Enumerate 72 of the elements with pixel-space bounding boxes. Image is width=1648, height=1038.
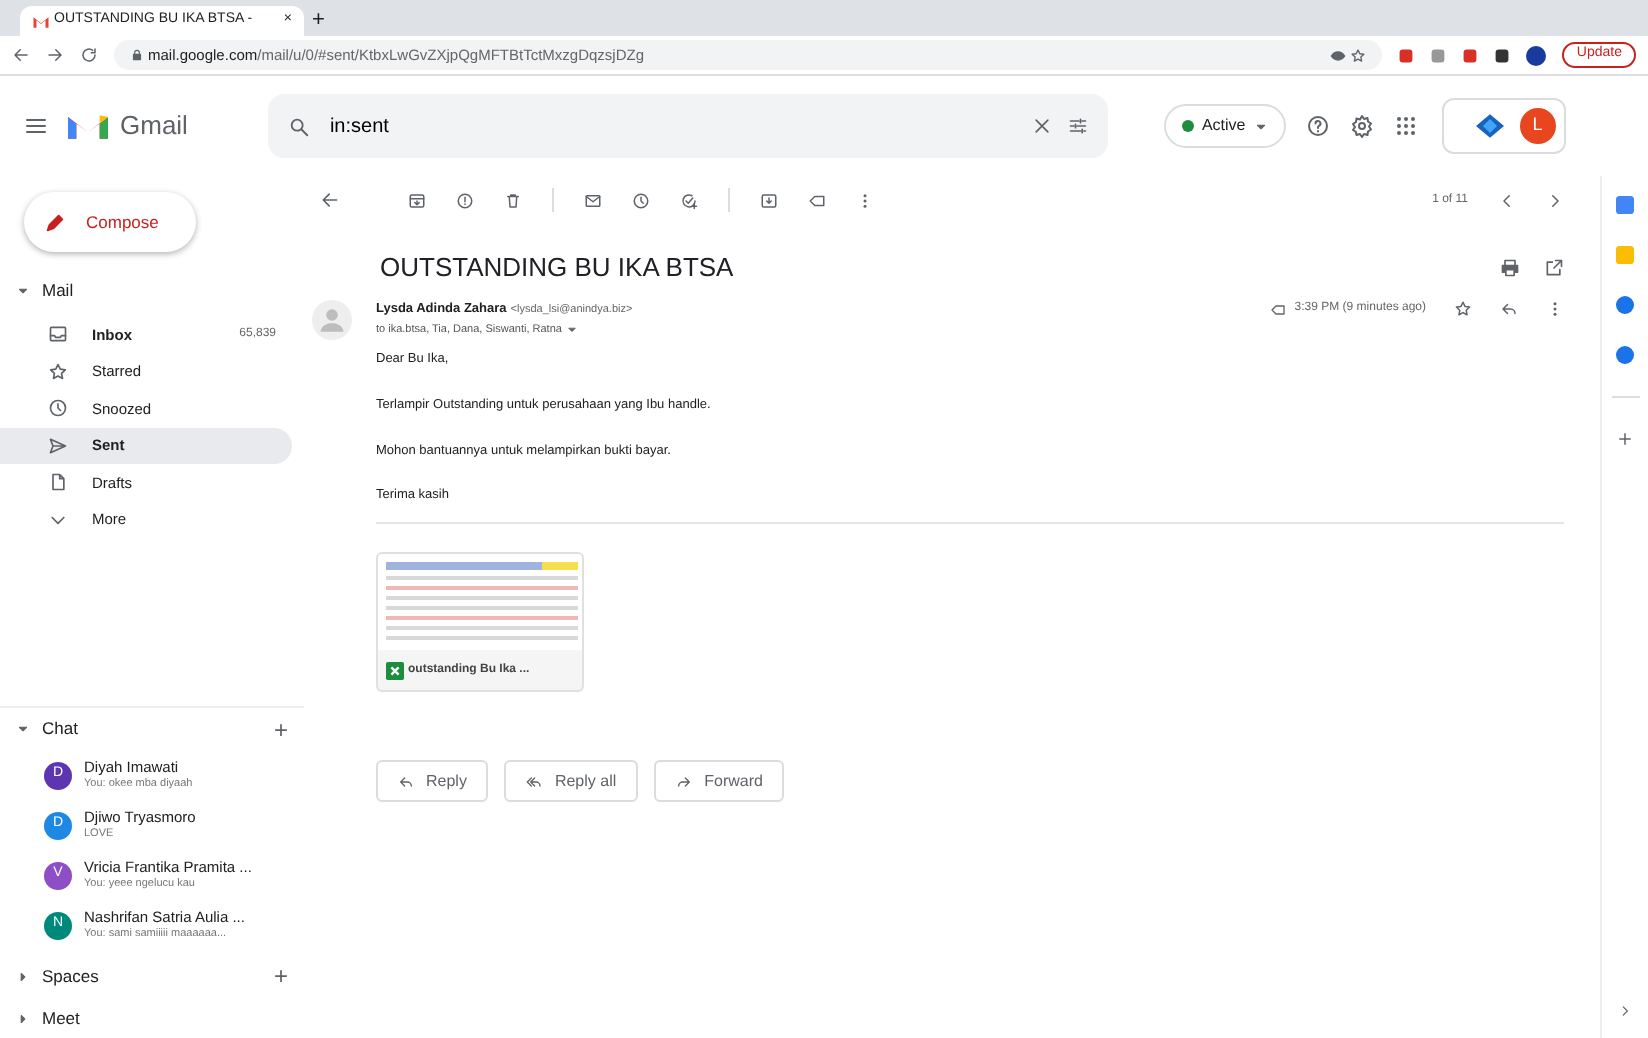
- caret-icon: [1253, 119, 1268, 133]
- sender-avatar: [312, 300, 352, 340]
- gmail-logo-icon: [32, 14, 50, 28]
- eye-icon[interactable]: [1330, 47, 1347, 63]
- mail-icon[interactable]: [584, 191, 602, 209]
- move-to-icon[interactable]: [760, 191, 778, 209]
- status-dot: [1181, 120, 1194, 132]
- expand-caret-icon[interactable]: [16, 1011, 30, 1025]
- action-button[interactable]: Forward: [654, 760, 785, 802]
- spreadsheet-icon: [386, 661, 404, 679]
- reload-icon[interactable]: [80, 46, 98, 64]
- print-icon[interactable]: [1500, 258, 1520, 278]
- app-name: Gmail: [120, 108, 188, 145]
- collapse-caret-icon[interactable]: [16, 722, 30, 736]
- lock-icon: [130, 48, 144, 62]
- label-icon: [1270, 301, 1287, 318]
- next-icon[interactable]: [1546, 191, 1564, 209]
- add-task-icon[interactable]: [680, 191, 698, 209]
- open-in-new-window-icon[interactable]: [1544, 258, 1564, 278]
- delete-icon[interactable]: [504, 191, 522, 209]
- pencil-icon: [44, 211, 66, 233]
- close-icon[interactable]: [1031, 116, 1052, 136]
- label-icon[interactable]: [808, 191, 826, 209]
- action-button[interactable]: Reply all: [504, 760, 639, 802]
- previous-icon[interactable]: [1498, 191, 1516, 209]
- reply-all-icon: [526, 773, 543, 789]
- action-button[interactable]: Reply: [376, 760, 489, 802]
- email-subject: OUTSTANDING BU IKA BTSA: [380, 250, 736, 287]
- star-icon[interactable]: [1454, 300, 1472, 319]
- back-icon[interactable]: [12, 46, 30, 64]
- menu-icon[interactable]: [24, 114, 48, 138]
- apps-icon[interactable]: [1393, 114, 1418, 138]
- bookmark-star-icon[interactable]: [1350, 47, 1367, 63]
- forward-icon: [676, 773, 693, 789]
- inbox-icon: [48, 324, 68, 345]
- star-icon: [48, 361, 68, 382]
- forward-icon[interactable]: [46, 46, 64, 64]
- search-icon[interactable]: [287, 115, 310, 137]
- archive-icon[interactable]: [408, 191, 426, 209]
- expand-panel-icon[interactable]: [1618, 1004, 1632, 1018]
- add-icon[interactable]: [1616, 430, 1634, 448]
- report-icon[interactable]: [456, 191, 474, 209]
- section-header[interactable]: Meet: [42, 1005, 304, 1031]
- add-button[interactable]: +: [273, 964, 288, 988]
- reply-icon[interactable]: [1500, 300, 1518, 319]
- gmail-logo[interactable]: [68, 111, 108, 141]
- help-icon[interactable]: [1305, 114, 1330, 138]
- collapse-caret-icon[interactable]: [16, 283, 30, 297]
- profile-icon[interactable]: [1526, 45, 1547, 65]
- caret-icon[interactable]: [565, 323, 578, 336]
- settings-icon[interactable]: [1349, 114, 1374, 138]
- file-icon: [48, 472, 68, 493]
- status-button[interactable]: Active: [1163, 104, 1286, 148]
- back-icon[interactable]: [320, 190, 340, 210]
- workspace-logo-icon[interactable]: [1475, 114, 1504, 138]
- account-avatar[interactable]: L: [1519, 108, 1556, 144]
- new-tab-button[interactable]: +: [312, 10, 325, 32]
- expand-caret-icon[interactable]: [16, 969, 30, 983]
- send-icon: [48, 435, 68, 456]
- filter-icon[interactable]: [1067, 116, 1088, 136]
- side-app-icon[interactable]: [1616, 346, 1634, 364]
- search-bar[interactable]: in:sent: [267, 94, 1108, 158]
- section-header[interactable]: Spaces: [42, 963, 262, 989]
- reply-icon: [398, 773, 414, 789]
- section-header[interactable]: Chat: [42, 716, 262, 742]
- search-field[interactable]: in:sent: [325, 109, 1016, 143]
- side-app-icon[interactable]: [1616, 296, 1634, 314]
- section-header[interactable]: Mail: [42, 277, 304, 303]
- add-button[interactable]: +: [273, 717, 288, 741]
- clock-icon: [48, 398, 68, 419]
- snooze-icon[interactable]: [632, 191, 650, 209]
- compose-button[interactable]: Compose: [24, 192, 196, 252]
